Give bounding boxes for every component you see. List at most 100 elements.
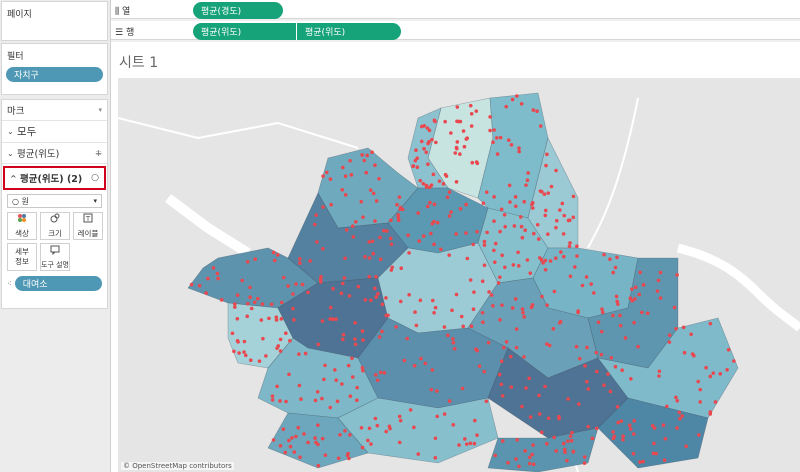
station-dot[interactable] [353,219,358,224]
station-dot[interactable] [586,424,591,429]
station-dot[interactable] [283,450,288,455]
station-dot[interactable] [583,364,587,368]
station-dot[interactable] [430,137,434,142]
station-dot[interactable] [405,336,409,341]
station-dot[interactable] [658,270,663,275]
station-dot[interactable] [447,214,452,218]
station-dot[interactable] [554,449,559,453]
station-dot[interactable] [418,298,423,303]
station-dot[interactable] [204,291,208,295]
columns-shelf[interactable]: ⫼ 열 평균(경도) [111,0,800,19]
station-dot[interactable] [303,351,308,356]
station-dot[interactable] [680,414,684,418]
station-dot[interactable] [243,353,248,358]
marks-lat1-row[interactable]: ⌄ 평균(위도) ⁜ [2,143,107,164]
station-dot[interactable] [544,441,549,446]
station-dot[interactable] [377,335,382,339]
station-dot[interactable] [611,430,615,434]
station-dot[interactable] [558,250,563,254]
station-dot[interactable] [374,275,378,279]
station-dot[interactable] [378,235,382,240]
station-dot[interactable] [558,208,562,212]
station-dot[interactable] [468,278,473,282]
station-dot[interactable] [428,200,432,205]
station-dot[interactable] [599,352,604,357]
station-dot[interactable] [378,257,383,262]
station-dot[interactable] [492,248,496,253]
station-dot[interactable] [565,458,569,463]
station-dot[interactable] [458,206,463,211]
station-dot[interactable] [628,427,633,431]
station-dot[interactable] [527,455,532,460]
station-dot[interactable] [347,294,352,298]
station-dot[interactable] [253,257,258,262]
station-dot[interactable] [529,305,534,310]
station-dot[interactable] [270,398,275,402]
station-dot[interactable] [485,230,489,235]
station-dot[interactable] [397,440,402,445]
station-dot[interactable] [335,399,340,404]
station-dot[interactable] [412,425,416,430]
tooltip-button[interactable]: 도구 설명 [40,243,70,271]
station-dot[interactable] [333,368,337,372]
station-dot[interactable] [325,170,329,175]
station-dot[interactable] [535,222,540,227]
station-dot[interactable] [400,207,405,212]
station-dot[interactable] [492,128,496,132]
station-dot[interactable] [240,278,244,283]
marks-all-row[interactable]: ⌄ 모두 [2,121,107,143]
station-dot[interactable] [320,436,325,441]
station-dot[interactable] [553,256,558,260]
station-dot[interactable] [656,278,661,283]
station-dot[interactable] [526,171,530,175]
station-dot[interactable] [563,450,567,454]
station-dot[interactable] [469,124,474,128]
station-dot[interactable] [284,331,288,336]
station-dot[interactable] [394,325,398,329]
station-dot[interactable] [557,414,561,419]
rows-shelf[interactable]: ☰ 행 평균(위도) 평균(위도) [111,21,800,40]
station-dot[interactable] [341,332,346,337]
station-dot[interactable] [350,224,355,228]
station-dot[interactable] [349,173,354,177]
station-dot[interactable] [561,254,566,259]
color-button[interactable]: 색상 [7,212,37,240]
station-dot[interactable] [364,170,369,175]
station-dot[interactable] [618,313,622,318]
station-dot[interactable] [432,202,437,207]
station-dot[interactable] [475,348,480,353]
station-dot[interactable] [620,368,624,373]
station-dot[interactable] [447,253,451,257]
station-dot[interactable] [585,345,589,350]
station-dot[interactable] [636,344,640,349]
station-dot[interactable] [334,378,339,382]
station-dot[interactable] [484,399,489,404]
station-dot[interactable] [442,412,447,416]
station-dot[interactable] [418,178,423,183]
station-dot[interactable] [472,441,477,446]
station-dot[interactable] [316,423,320,428]
station-dot[interactable] [655,289,660,293]
station-dot[interactable] [623,336,628,340]
station-dot[interactable] [278,337,283,342]
station-dot[interactable] [341,337,345,342]
station-dot[interactable] [614,294,619,299]
station-dot[interactable] [449,210,453,214]
station-dot[interactable] [359,425,364,430]
station-dot[interactable] [725,367,729,372]
station-dot[interactable] [387,424,392,429]
station-dot[interactable] [496,281,501,285]
station-dot[interactable] [445,195,450,200]
station-dot[interactable] [531,462,536,467]
station-dot[interactable] [572,265,577,269]
station-dot[interactable] [471,307,476,312]
station-dot[interactable] [270,394,275,398]
station-dot[interactable] [269,302,274,307]
station-dot[interactable] [429,231,433,236]
station-dot[interactable] [613,265,618,270]
station-dot[interactable] [348,394,353,399]
station-dot[interactable] [537,393,541,398]
station-dot[interactable] [343,174,348,179]
station-dot[interactable] [457,443,461,447]
station-dot[interactable] [320,396,324,401]
